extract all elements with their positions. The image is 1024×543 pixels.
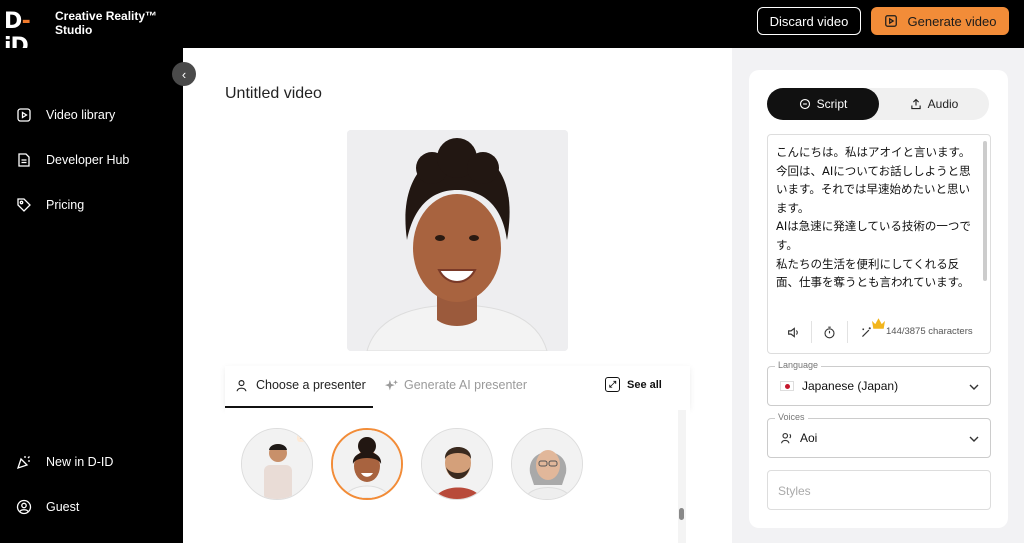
presenter-man-beard-image — [422, 429, 492, 499]
tab-generate-label: Generate AI presenter — [404, 378, 527, 392]
language-value-wrap: Japanese (Japan) — [780, 379, 898, 393]
presenter-woman-gray[interactable] — [511, 428, 583, 500]
chevron-left-icon: ‹ — [181, 66, 187, 82]
confetti-icon — [16, 456, 30, 470]
sidebar-item-label: Developer Hub — [46, 153, 130, 167]
top-bar: D-iD Creative Reality™ Studio Discard vi… — [0, 0, 1024, 59]
upload-icon — [910, 98, 921, 110]
script-toolbar — [776, 318, 885, 345]
script-panel: Script Audio こんにちは。私はアオイと言います。 今回は、AIについ… — [749, 70, 1008, 528]
hq-badge: HQ — [297, 431, 312, 442]
sidebar-item-label: Video library — [46, 108, 116, 122]
timer-icon — [824, 326, 835, 338]
person-icon — [236, 379, 247, 391]
video-library-icon — [17, 108, 31, 122]
sidebar-item-developer-hub[interactable]: Developer Hub — [16, 149, 129, 171]
script-scrollbar[interactable] — [983, 141, 987, 281]
voices-label: Voices — [775, 412, 808, 422]
tab-script-label: Script — [816, 97, 848, 111]
play-audio-button[interactable] — [776, 321, 812, 343]
language-value: Japanese (Japan) — [802, 379, 899, 393]
sidebar-item-label: New in D-ID — [46, 455, 114, 469]
styles-placeholder: Styles — [778, 484, 811, 498]
tab-generate-ai-presenter[interactable]: Generate AI presenter — [385, 378, 527, 392]
video-file-icon — [884, 15, 897, 27]
styles-select[interactable]: Styles — [767, 470, 991, 510]
tab-audio-label: Audio — [927, 97, 959, 111]
brand-name: Creative Reality™ Studio — [55, 9, 157, 37]
magic-script-button[interactable] — [848, 318, 885, 343]
presenter-man-beard[interactable] — [421, 428, 493, 500]
voice-person-icon — [780, 432, 792, 444]
did-logo[interactable]: D-iD — [4, 9, 44, 59]
presenter-woman-curly[interactable] — [331, 428, 403, 500]
sidebar-item-label: Pricing — [46, 198, 85, 212]
script-audio-toggle: Script Audio — [767, 88, 989, 120]
add-pause-button[interactable] — [812, 321, 848, 343]
user-circle-icon — [16, 499, 32, 515]
chat-bubble-icon — [799, 98, 810, 110]
tab-choose-label: Choose a presenter — [256, 378, 366, 392]
tab-audio[interactable]: Audio — [879, 88, 989, 120]
presenter-man-hq[interactable]: HQ — [241, 428, 313, 500]
tag-icon — [17, 198, 31, 212]
script-editor[interactable]: こんにちは。私はアオイと言います。 今回は、AIについてお話ししようと思います。… — [767, 134, 991, 354]
japan-flag-icon — [780, 381, 794, 391]
brand-line-1: Creative Reality™ — [55, 9, 158, 23]
document-icon — [18, 153, 30, 167]
expand-icon: ⤢ — [605, 377, 620, 392]
generate-video-label: Generate video — [907, 13, 997, 29]
character-count: 144/3875 characters — [886, 326, 973, 337]
presenter-tabs: Choose a presenter Generate AI presenter… — [225, 366, 690, 408]
see-all-button[interactable]: ⤢ See all — [605, 377, 662, 392]
crown-icon — [872, 318, 885, 329]
sparkle-icon — [385, 379, 398, 390]
voices-value-wrap: Aoi — [780, 431, 817, 445]
chevron-down-icon — [969, 436, 979, 442]
see-all-label: See all — [627, 378, 662, 391]
tab-script[interactable]: Script — [767, 88, 879, 120]
sidebar-item-new-in-did[interactable]: New in D-ID — [16, 451, 113, 473]
main-content: Untitled video Choose a presenter Genera… — [183, 48, 732, 543]
presenter-grid: HQ — [225, 408, 690, 543]
sidebar-item-label: Guest — [46, 500, 80, 514]
voices-value: Aoi — [800, 431, 818, 445]
presenter-woman-gray-image — [512, 429, 582, 499]
generate-video-button[interactable]: Generate video — [871, 7, 1009, 35]
presenter-portrait-image — [347, 130, 568, 351]
voices-select[interactable]: Voices Aoi — [767, 412, 991, 458]
script-textarea[interactable]: こんにちは。私はアオイと言います。 今回は、AIについてお話ししようと思います。… — [776, 143, 981, 318]
discard-video-button[interactable]: Discard video — [757, 7, 861, 35]
presenter-grid-scrollbar[interactable] — [678, 410, 686, 543]
sidebar-item-pricing[interactable]: Pricing — [16, 194, 84, 216]
video-title[interactable]: Untitled video — [225, 85, 322, 103]
speaker-icon — [788, 326, 798, 338]
language-label: Language — [775, 360, 822, 370]
sidebar-item-video-library[interactable]: Video library — [16, 104, 115, 126]
presenter-preview — [347, 130, 568, 351]
brand-line-2: Studio — [55, 23, 93, 37]
language-select[interactable]: Language Japanese (Japan) — [767, 360, 991, 406]
collapse-sidebar-button[interactable]: ‹ — [172, 62, 196, 86]
scrollbar-thumb[interactable] — [679, 508, 684, 520]
tab-choose-presenter[interactable]: Choose a presenter — [235, 378, 366, 392]
sidebar: Video library Developer Hub Pricing New … — [0, 48, 183, 543]
presenter-panel: Choose a presenter Generate AI presenter… — [225, 366, 690, 543]
magic-wand-icon — [861, 326, 871, 337]
chevron-down-icon — [969, 384, 979, 390]
sidebar-item-guest[interactable]: Guest — [16, 496, 79, 518]
presenter-woman-curly-image — [333, 430, 401, 498]
